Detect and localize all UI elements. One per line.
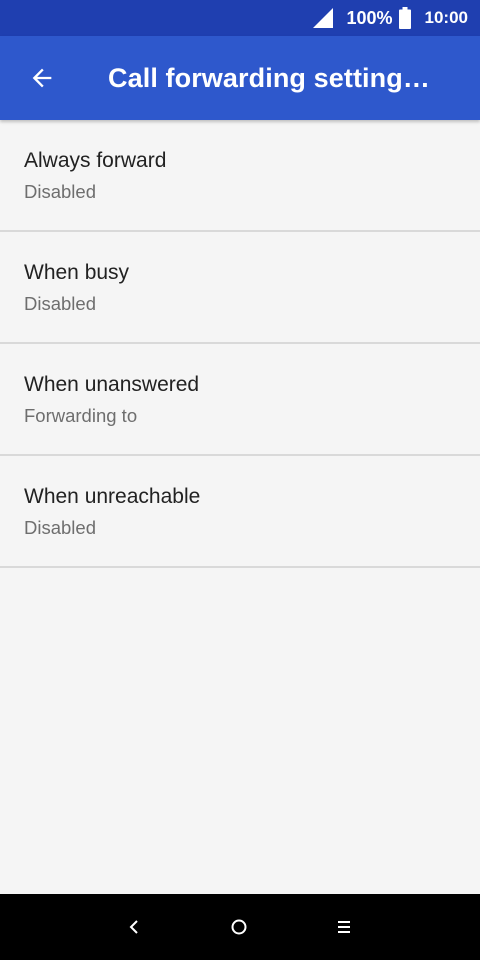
- list-item-title: When unreachable: [24, 485, 201, 508]
- app-bar: Call forwarding setting…: [0, 36, 480, 120]
- list-item-title: When unanswered: [24, 373, 200, 396]
- list-item-title: Always forward: [24, 149, 167, 172]
- when-busy-item[interactable]: When busy Disabled: [0, 232, 480, 344]
- list-item-subtitle: Disabled: [24, 181, 96, 202]
- back-arrow-icon: [32, 68, 52, 88]
- battery-percent: 100%: [346, 7, 393, 28]
- status-bar: 100% 10:00: [0, 0, 480, 36]
- nav-menu-button[interactable]: [324, 907, 364, 947]
- nav-home-icon: [231, 919, 247, 935]
- call-forwarding-list: Always forward Disabled When busy Disabl…: [0, 120, 480, 568]
- list-item-title: When busy: [24, 261, 130, 284]
- nav-home-button[interactable]: [219, 907, 259, 947]
- when-unanswered-item[interactable]: When unanswered Forwarding to: [0, 344, 480, 456]
- always-forward-item[interactable]: Always forward Disabled: [0, 120, 480, 232]
- nav-back-icon: [129, 920, 138, 934]
- navigation-bar: [0, 894, 480, 960]
- page-title: Call forwarding setting…: [108, 62, 430, 93]
- list-item-subtitle: Disabled: [24, 517, 96, 538]
- list-item-subtitle: Forwarding to: [24, 405, 138, 426]
- when-unreachable-item[interactable]: When unreachable Disabled: [0, 456, 480, 568]
- clock: 10:00: [424, 8, 468, 27]
- signal-icon: [313, 8, 334, 28]
- back-button[interactable]: [14, 50, 70, 106]
- battery-icon: [398, 7, 411, 29]
- nav-menu-icon: [338, 921, 350, 933]
- nav-back-button[interactable]: [114, 907, 154, 947]
- list-item-subtitle: Disabled: [24, 293, 96, 314]
